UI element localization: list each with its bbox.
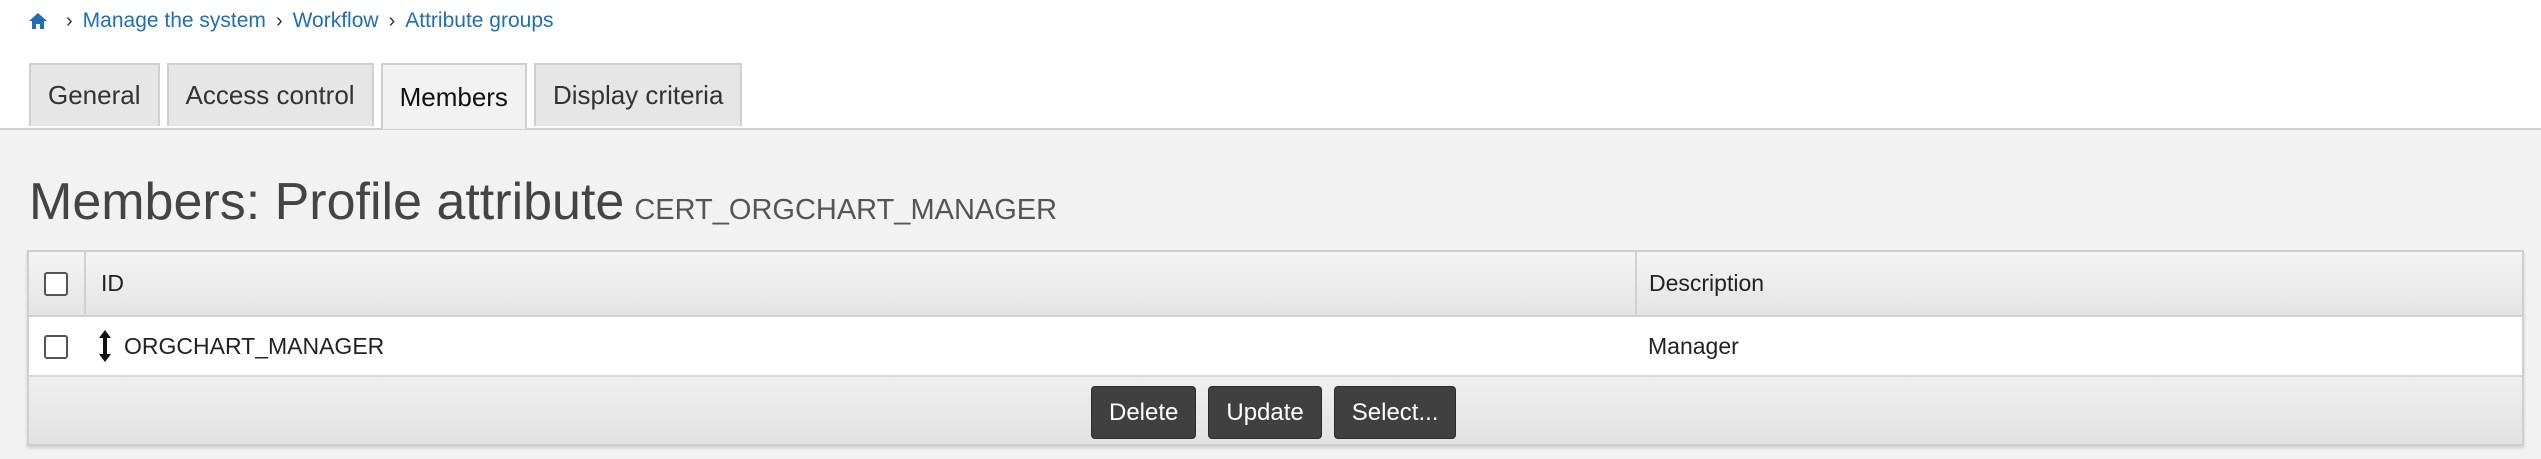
members-table: ID Description ORGCHART_MANAGER Manager … [27,250,2524,446]
table-row[interactable]: ORGCHART_MANAGER Manager [29,317,2522,377]
drag-vertical-icon[interactable] [97,329,113,363]
breadcrumb-attribute-groups[interactable]: Attribute groups [405,9,553,33]
update-button[interactable]: Update [1208,386,1322,439]
tab-members[interactable]: Members [380,63,527,129]
column-header-description[interactable]: Description [1649,252,1764,315]
page-title: Members: Profile attribute CERT_ORGCHART_… [29,172,1057,240]
home-icon[interactable] [28,11,48,31]
page-subtitle: CERT_ORGCHART_MANAGER [634,194,1058,226]
tab-bar: General Access control Members Display c… [29,63,749,129]
breadcrumb-separator: › [66,9,73,32]
row-id: ORGCHART_MANAGER [124,333,385,359]
select-button[interactable]: Select... [1333,386,1457,439]
breadcrumb-separator: › [388,9,396,32]
tab-access-control[interactable]: Access control [166,63,374,126]
column-header-id[interactable]: ID [101,252,124,315]
breadcrumb-manage-system[interactable]: Manage the system [83,9,266,33]
row-checkbox[interactable] [44,335,68,359]
page-title-text: Members: Profile attribute [29,173,625,231]
column-header-description-cell: Description [1635,252,2524,315]
delete-button[interactable]: Delete [1091,386,1197,439]
action-buttons: Delete Update Select... [1091,386,1468,439]
tab-general[interactable]: General [29,63,160,126]
breadcrumb: › Manage the system › Workflow › Attribu… [28,6,554,36]
header-area: › Manage the system › Workflow › Attribu… [0,0,2541,130]
tab-display-criteria[interactable]: Display criteria [533,63,743,126]
select-all-checkbox[interactable] [44,272,68,296]
breadcrumb-separator: › [275,9,283,32]
table-header: ID Description [29,252,2522,317]
table-actions: Delete Update Select... [29,377,2522,444]
select-all-cell [29,252,86,315]
breadcrumb-workflow[interactable]: Workflow [293,9,379,33]
row-description: Manager [1648,333,1739,359]
